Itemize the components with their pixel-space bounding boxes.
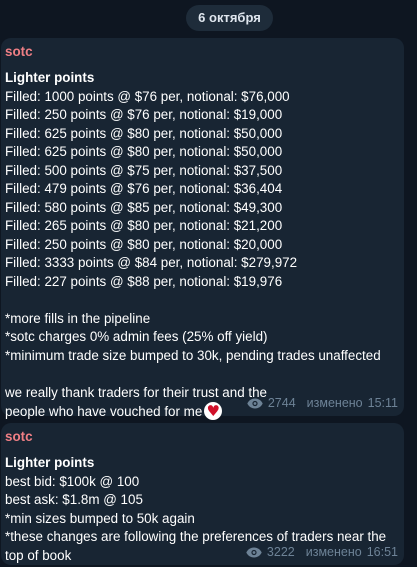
eye-icon	[247, 398, 263, 408]
fill-line: Filled: 250 points @ $76 per, notional: …	[5, 107, 283, 122]
message-meta: 2744 изменено 15:11	[247, 396, 398, 410]
fill-line: Filled: 1000 points @ $76 per, notional:…	[5, 88, 290, 104]
fill-line: Filled: 580 points @ $85 per, notional: …	[5, 199, 283, 215]
sender-name[interactable]: sotc	[5, 428, 399, 446]
eye-icon	[246, 547, 262, 557]
message-meta: 3222 изменено 16:51	[246, 545, 398, 559]
note-line: *more fills in the pipeline	[5, 310, 151, 326]
edited-label: изменено	[305, 545, 362, 559]
message-line: best bid: $100k @ 100	[5, 473, 140, 489]
view-count: 2744	[267, 396, 296, 410]
message-line: *min sizes bumped to 50k again	[5, 510, 195, 526]
closing-text-content: we really thank traders for their trust …	[5, 384, 267, 420]
message-bubble[interactable]: sotc Lighter points Filled: 1000 points …	[1, 38, 404, 420]
sender-name[interactable]: sotc	[5, 43, 399, 61]
fill-line: Filled: 265 points @ $80 per, notional: …	[5, 218, 283, 233]
fill-line: Filled: 3333 points @ $84 per, notional:…	[5, 255, 298, 270]
heart-emoji-icon	[204, 402, 223, 420]
fill-line: Filled: 625 points @ $80 per, notional: …	[5, 125, 283, 141]
fill-line: Filled: 625 points @ $80 per, notional: …	[5, 144, 283, 159]
fill-line: Filled: 250 points @ $80 per, notional: …	[5, 236, 283, 252]
fill-line: Filled: 227 points @ $88 per, notional: …	[5, 273, 283, 289]
message-time: 16:51	[366, 545, 398, 559]
message-title: Lighter points	[5, 455, 95, 470]
message-title: Lighter points	[5, 70, 95, 85]
message-time: 15:11	[367, 396, 398, 410]
view-count: 3222	[266, 545, 295, 559]
message-line: best ask: $1.8m @ 105	[5, 492, 143, 507]
note-line: *sotc charges 0% admin fees (25% off yie…	[5, 329, 268, 344]
note-line: *minimum trade size bumped to 30k, pendi…	[5, 347, 381, 363]
edited-label: изменено	[306, 396, 363, 410]
date-separator: 6 октября	[186, 5, 273, 31]
message-bubble[interactable]: sotc Lighter points best bid: $100k @ 10…	[1, 423, 404, 565]
fill-line: Filled: 500 points @ $75 per, notional: …	[5, 162, 283, 178]
chat-view[interactable]: 6 октября sotc Lighter points Filled: 10…	[0, 0, 417, 567]
fill-line: Filled: 479 points @ $76 per, notional: …	[5, 181, 283, 196]
